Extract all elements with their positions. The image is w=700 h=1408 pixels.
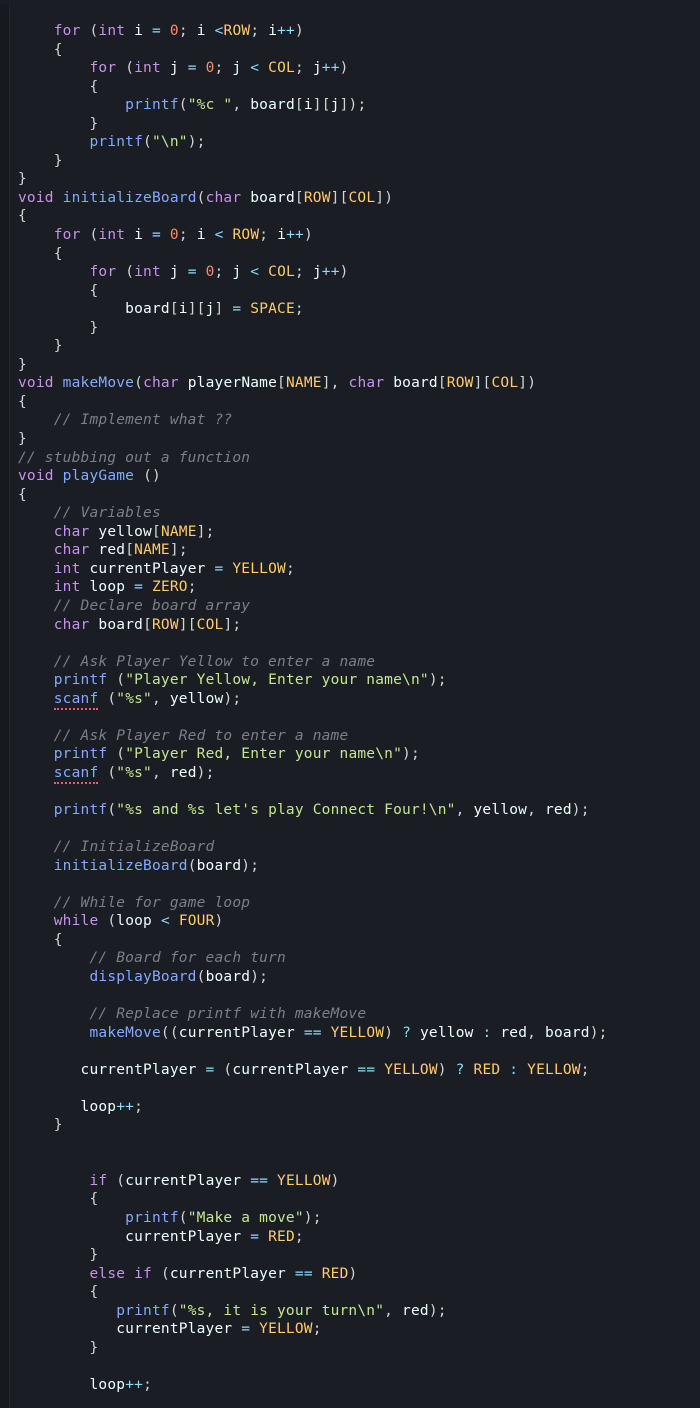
code-line[interactable] xyxy=(18,1079,692,1098)
code-line[interactable]: board[i][j] = SPACE; xyxy=(18,300,692,319)
code-line[interactable]: printf("\n"); xyxy=(18,133,692,152)
code-line[interactable]: { xyxy=(18,393,692,412)
code-line[interactable]: else if (currentPlayer == RED) xyxy=(18,1265,692,1284)
code-line[interactable]: void playGame () xyxy=(18,467,692,486)
code-line[interactable]: for (int i = 0; i < ROW; i++) xyxy=(18,226,692,245)
code-line[interactable] xyxy=(18,782,692,801)
code-line[interactable]: printf("%s, it is your turn\n", red); xyxy=(18,1302,692,1321)
code-line[interactable]: } xyxy=(18,152,692,171)
code-line[interactable]: } xyxy=(18,319,692,338)
code-line[interactable]: printf("%c ", board[i][j]); xyxy=(18,96,692,115)
minimap-gutter xyxy=(0,4,10,1408)
code-line[interactable]: printf("Make a move"); xyxy=(18,1209,692,1228)
code-line[interactable]: { xyxy=(18,931,692,950)
code-line[interactable]: // InitializeBoard xyxy=(18,838,692,857)
code-line[interactable]: while (loop < FOUR) xyxy=(18,912,692,931)
code-line[interactable]: scanf ("%s", yellow); xyxy=(18,690,692,709)
code-line[interactable]: { xyxy=(18,1190,692,1209)
code-line[interactable]: char board[ROW][COL]; xyxy=(18,616,692,635)
code-line[interactable]: void initializeBoard(char board[ROW][COL… xyxy=(18,189,692,208)
code-line[interactable]: } xyxy=(18,1116,692,1135)
code-line[interactable]: // Replace printf with makeMove xyxy=(18,1005,692,1024)
code-line[interactable]: initializeBoard(board); xyxy=(18,857,692,876)
code-line[interactable]: for (int j = 0; j < COL; j++) xyxy=(18,263,692,282)
code-line[interactable]: // Declare board array xyxy=(18,597,692,616)
code-line[interactable]: // Variables xyxy=(18,504,692,523)
code-line[interactable] xyxy=(18,875,692,894)
code-line[interactable]: loop++; xyxy=(18,1098,692,1117)
code-line[interactable]: { xyxy=(18,207,692,226)
code-line[interactable]: } xyxy=(18,1339,692,1358)
code-line[interactable]: scanf ("%s", red); xyxy=(18,764,692,783)
code-line[interactable]: loop++; xyxy=(18,1376,692,1395)
code-line[interactable]: char yellow[NAME]; xyxy=(18,523,692,542)
code-line[interactable]: } xyxy=(18,1246,692,1265)
code-line[interactable] xyxy=(18,1153,692,1172)
code-line[interactable] xyxy=(18,708,692,727)
code-line[interactable]: char red[NAME]; xyxy=(18,541,692,560)
code-line[interactable] xyxy=(18,1135,692,1154)
code-line[interactable]: for (int j = 0; j < COL; j++) xyxy=(18,59,692,78)
code-line[interactable]: printf ("Player Yellow, Enter your name\… xyxy=(18,671,692,690)
code-line[interactable]: } xyxy=(18,337,692,356)
code-line[interactable]: // While for game loop xyxy=(18,894,692,913)
editor-wrapper: for (int i = 0; i <ROW; i++) { for (int … xyxy=(0,0,700,1408)
code-line[interactable] xyxy=(18,820,692,839)
code-line[interactable]: { xyxy=(18,282,692,301)
code-line[interactable]: currentPlayer = YELLOW; xyxy=(18,1320,692,1339)
code-line[interactable]: } xyxy=(18,430,692,449)
code-line[interactable]: // Board for each turn xyxy=(18,949,692,968)
code-line[interactable]: // Ask Player Yellow to enter a name xyxy=(18,653,692,672)
code-editor[interactable]: for (int i = 0; i <ROW; i++) { for (int … xyxy=(10,4,700,1408)
code-line[interactable]: if (currentPlayer == YELLOW) xyxy=(18,1172,692,1191)
code-line[interactable]: for (int i = 0; i <ROW; i++) xyxy=(18,22,692,41)
code-line[interactable]: void makeMove(char playerName[NAME], cha… xyxy=(18,374,692,393)
code-line[interactable]: int loop = ZERO; xyxy=(18,578,692,597)
code-line[interactable]: int currentPlayer = YELLOW; xyxy=(18,560,692,579)
code-line[interactable]: { xyxy=(18,41,692,60)
code-line[interactable]: currentPlayer = RED; xyxy=(18,1228,692,1247)
code-line[interactable] xyxy=(18,986,692,1005)
code-line[interactable]: // stubbing out a function xyxy=(18,449,692,468)
code-line[interactable]: printf("%s and %s let's play Connect Fou… xyxy=(18,801,692,820)
code-line[interactable]: makeMove((currentPlayer == YELLOW) ? yel… xyxy=(18,1024,692,1043)
code-line[interactable] xyxy=(18,1357,692,1376)
code-line[interactable]: { xyxy=(18,78,692,97)
code-line[interactable]: { xyxy=(18,1283,692,1302)
code-line[interactable]: // Implement what ?? xyxy=(18,411,692,430)
code-line[interactable]: { xyxy=(18,245,692,264)
code-line[interactable]: { xyxy=(18,486,692,505)
code-line[interactable] xyxy=(18,634,692,653)
code-line[interactable]: } xyxy=(18,356,692,375)
code-line[interactable]: } xyxy=(18,115,692,134)
code-line[interactable]: printf ("Player Red, Enter your name\n")… xyxy=(18,745,692,764)
code-line[interactable]: currentPlayer = (currentPlayer == YELLOW… xyxy=(18,1061,692,1080)
code-line[interactable]: displayBoard(board); xyxy=(18,968,692,987)
code-line[interactable]: // Ask Player Red to enter a name xyxy=(18,727,692,746)
code-line[interactable] xyxy=(18,1042,692,1061)
code-line[interactable]: } xyxy=(18,170,692,189)
